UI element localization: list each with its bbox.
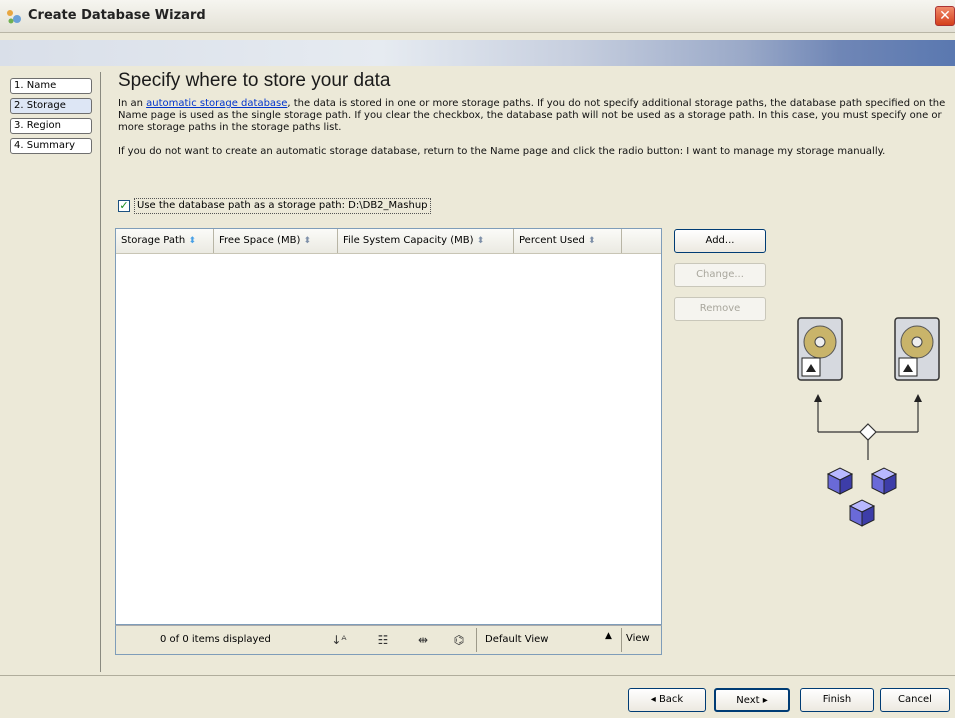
connector-lines — [817, 402, 919, 460]
nav-item-name[interactable]: 1. Name — [10, 78, 92, 94]
wizard-buttons-bar: ◂ Back Next ▸ Finish Cancel — [0, 675, 955, 718]
remove-button[interactable]: Remove — [674, 297, 766, 321]
next-button[interactable]: Next ▸ — [714, 688, 790, 712]
view-select[interactable]: Default View ▲ — [476, 628, 622, 652]
column-label: Free Space (MB) — [219, 235, 301, 246]
description-prefix: In an — [118, 98, 147, 109]
chevron-up-icon: ▲ — [605, 631, 612, 641]
column-label: File System Capacity (MB) — [343, 235, 474, 246]
page-title: Specify where to store your data — [118, 70, 391, 91]
automatic-storage-link[interactable]: automatic storage database — [146, 98, 287, 109]
wizard-banner — [0, 40, 955, 66]
finish-button[interactable]: Finish — [800, 688, 874, 712]
sort-icon: ⬍ — [188, 236, 197, 246]
manual-storage-note: If you do not want to create an automati… — [118, 146, 886, 157]
back-button[interactable]: ◂ Back — [628, 688, 706, 712]
title-bar: Create Database Wizard ✕ — [0, 0, 955, 33]
disk-icon — [797, 317, 843, 381]
column-percent-used[interactable]: Percent Used ⬍ — [514, 229, 622, 253]
column-capacity[interactable]: File System Capacity (MB) ⬍ — [338, 229, 514, 253]
nav-item-summary[interactable]: 4. Summary — [10, 138, 92, 154]
column-label: Percent Used — [519, 235, 585, 246]
close-button[interactable]: ✕ — [935, 6, 955, 26]
use-db-path-checkbox[interactable]: ✓ — [118, 200, 130, 212]
add-button[interactable]: Add... — [674, 229, 766, 253]
items-count: 0 of 0 items displayed — [160, 634, 271, 645]
nav-item-region[interactable]: 3. Region — [10, 118, 92, 134]
wizard-icon — [7, 10, 21, 24]
storage-paths-table[interactable]: Storage Path ⬍ Free Space (MB) ⬍ File Sy… — [115, 228, 662, 625]
storage-paths-illustration — [797, 317, 940, 527]
table-footer: 0 of 0 items displayed ↓ᴬ ☷ ⇹ ⌬ Default … — [115, 625, 662, 655]
cancel-button[interactable]: Cancel — [880, 688, 950, 712]
disk-icon — [894, 317, 940, 381]
binoculars-icon[interactable]: ⌬ — [450, 632, 468, 648]
filter-icon[interactable]: ☷ — [374, 632, 392, 648]
nav-item-storage[interactable]: 2. Storage — [10, 98, 92, 114]
view-select-value: Default View — [485, 634, 549, 645]
sort-icon: ⬍ — [303, 236, 312, 246]
sort-icon[interactable]: ↓ᴬ — [330, 632, 348, 648]
change-button[interactable]: Change... — [674, 263, 766, 287]
description-paragraph: In an automatic storage database, the da… — [118, 98, 948, 134]
column-storage-path[interactable]: Storage Path ⬍ — [116, 229, 214, 253]
use-db-path-label[interactable]: Use the database path as a storage path:… — [134, 198, 431, 214]
column-free-space[interactable]: Free Space (MB) ⬍ — [214, 229, 338, 253]
window-title: Create Database Wizard — [28, 8, 206, 23]
sort-icon: ⬍ — [476, 236, 485, 246]
sort-icon: ⬍ — [588, 236, 596, 246]
cubes-icon — [826, 467, 898, 527]
wizard-nav: 1. Name 2. Storage 3. Region 4. Summary — [10, 72, 101, 672]
view-button[interactable]: View — [626, 633, 650, 644]
column-label: Storage Path — [121, 235, 186, 246]
columns-icon[interactable]: ⇹ — [414, 632, 432, 648]
table-header: Storage Path ⬍ Free Space (MB) ⬍ File Sy… — [116, 229, 661, 254]
